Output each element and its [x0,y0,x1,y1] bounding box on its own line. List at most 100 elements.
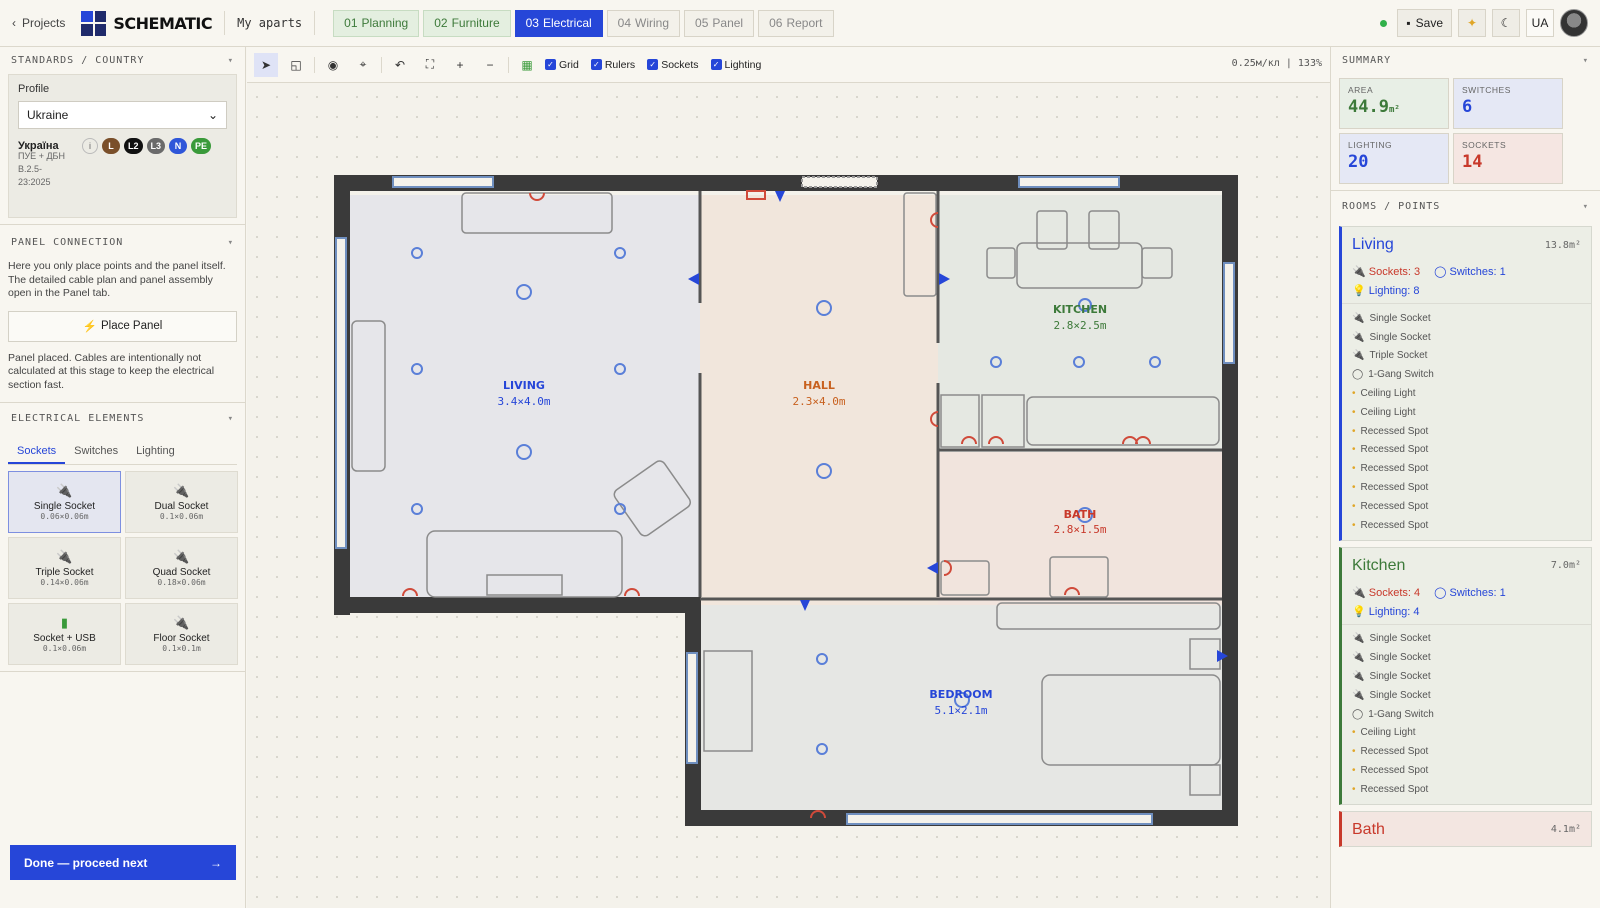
tab-electrical[interactable]: 03 Electrical [514,9,603,37]
sockets-toggle[interactable]: ✓ Sockets [647,58,699,71]
room-card-kitchen[interactable]: Kitchen 7.0m² 🔌 Sockets: 4 ◯ Switches: 1 … [1339,546,1592,805]
logo[interactable]: SCHEMATIC [81,10,213,36]
divider [0,402,245,403]
element-quad-socket[interactable]: 🔌 Quad Socket 0.18×0.06m [125,537,238,599]
undo-icon[interactable]: ↶ [388,53,412,77]
tab-wiring[interactable]: 04 Wiring [606,9,681,37]
element-single-socket[interactable]: 🔌 Single Socket 0.06×0.06m [8,471,121,533]
room-tool-icon[interactable]: ◱ [284,53,308,77]
zoom-in-icon[interactable]: + [448,53,472,77]
list-item[interactable]: • Recessed Spot [1352,742,1581,761]
divider [314,11,316,35]
element-dims: 0.18×0.06m [157,578,206,587]
tab-sockets[interactable]: Sockets [8,440,66,464]
crosshair-icon[interactable]: ⌖ [351,53,375,77]
theme-toggle-button[interactable]: ☾ [1492,9,1520,37]
save-button[interactable]: ▪ Save [1397,9,1452,37]
room-card-bath[interactable]: Bath 4.1m² [1339,810,1592,847]
info-icon[interactable]: i [82,138,98,154]
place-panel-button[interactable]: ⚡ Place Panel [8,310,237,342]
profile-select[interactable]: Ukraine ⌄ [18,101,227,129]
back-to-projects-link[interactable]: ‹ Projects [12,16,65,30]
language-button[interactable]: UA [1526,9,1554,37]
list-item[interactable]: • Recessed Spot [1352,478,1581,497]
zoom-out-icon[interactable]: − [478,53,502,77]
room-card-living[interactable]: Living 13.8m² 🔌 Sockets: 3 ◯ Switches: 1 … [1339,226,1592,541]
plug-icon: 🔌 [1352,586,1366,599]
list-item[interactable]: • Recessed Spot [1352,780,1581,799]
summary-header[interactable]: SUMMARY ▾ [1331,47,1600,74]
project-name[interactable]: My aparts [237,16,302,30]
electrical-elements-header[interactable]: ELECTRICAL ELEMENTS ▾ [0,405,245,432]
info-tool-icon[interactable]: ◉ [321,53,345,77]
tab-label: Furniture [451,16,500,30]
list-item[interactable]: • Ceiling Light [1352,724,1581,743]
plan-canvas[interactable]: ➤ ◱ ◉ ⌖ ↶ ⛶ + − ▦ ✓ Grid ✓ Rulers ✓ Sockets… [247,47,1330,908]
list-item[interactable]: 🔌 Single Socket [1352,328,1581,347]
list-item[interactable]: • Ceiling Light [1352,403,1581,422]
tab-lighting[interactable]: Lighting [127,440,184,464]
list-item[interactable]: • Recessed Spot [1352,516,1581,535]
list-item[interactable]: • Recessed Spot [1352,459,1581,478]
bulb-icon: 💡 [1352,285,1366,297]
tab-panel[interactable]: 05 Panel [684,9,755,37]
checkbox-icon: ✓ [545,59,556,70]
list-item[interactable]: 🔌 Single Socket [1352,648,1581,667]
list-item[interactable]: ◯ 1-Gang Switch [1352,365,1581,384]
toggle-label: Sockets [661,58,699,71]
list-item[interactable]: • Ceiling Light [1352,384,1581,403]
list-item[interactable]: • Recessed Spot [1352,761,1581,780]
image-icon[interactable]: ▦ [515,53,539,77]
room-name: Kitchen [1352,556,1406,574]
stat-text: Sockets: 3 [1368,266,1421,278]
element-triple-socket[interactable]: 🔌 Triple Socket 0.14×0.06m [8,537,121,599]
sockets-card: SOCKETS 14 [1453,133,1563,184]
rooms-points-header[interactable]: ROOMS / POINTS ▾ [1331,193,1600,220]
bulb-icon: • [1352,500,1356,512]
panel-connection-title: PANEL CONNECTION [11,237,124,248]
list-item[interactable]: • Recessed Spot [1352,441,1581,460]
list-item[interactable]: • Recessed Spot [1352,497,1581,516]
tab-furniture[interactable]: 02 Furniture [423,9,511,37]
rulers-toggle[interactable]: ✓ Rulers [590,59,635,71]
tab-switches[interactable]: Switches [65,440,127,464]
tab-report[interactable]: 06 Report [758,9,834,37]
element-floor-socket[interactable]: 🔌 Floor Socket 0.1×0.1m [125,603,238,665]
room-dims-hall: 2.3×4.0m [793,395,846,408]
list-item[interactable]: • Recessed Spot [1352,422,1581,441]
list-item[interactable]: 🔌 Single Socket [1352,667,1581,686]
standards-header[interactable]: STANDARDS / COUNTRY ▾ [0,47,245,74]
list-item[interactable]: ◯ 1-Gang Switch [1352,705,1581,724]
fit-screen-icon[interactable]: ⛶ [418,53,442,77]
panel-connection-header[interactable]: PANEL CONNECTION ▾ [0,229,245,256]
item-label: 1-Gang Switch [1368,369,1434,381]
tab-planning[interactable]: 01 Planning [333,9,420,37]
list-item[interactable]: 🔌 Single Socket [1352,686,1581,705]
electrical-elements-title: ELECTRICAL ELEMENTS [11,413,145,424]
card-label: LIGHTING [1348,140,1393,150]
plug-icon: 🔌 [1352,266,1366,278]
item-label: Ceiling Light [1360,727,1416,739]
select-tool-icon[interactable]: ➤ [254,52,278,77]
list-item[interactable]: 🔌 Single Socket [1352,309,1581,328]
sparkle-button[interactable]: ✦ [1458,9,1486,37]
list-item[interactable]: 🔌 Triple Socket [1352,347,1581,366]
grid-toggle[interactable]: ✓ Grid [545,59,579,71]
tab-label: Wiring [635,16,670,30]
lighting-toggle[interactable]: ✓ Lighting [710,59,761,71]
element-dual-socket[interactable]: 🔌 Dual Socket 0.1×0.06m [125,471,238,533]
room-sockets-count: 🔌 Sockets: 4 [1352,586,1420,599]
standard-text: ПУЕ + ДБН В.2.5-23:2025 [18,151,65,187]
left-panel: STANDARDS / COUNTRY ▾ Profile Ukraine ⌄ Ук… [0,47,246,908]
sockets-value: 14 [1462,152,1483,172]
done-proceed-button[interactable]: Done — proceed next → [10,845,236,880]
plug-icon: 🔌 [1352,671,1365,683]
floor-plan[interactable]: LIVING 3.4×4.0m HALL 2.3×4.0m KITCHEN 2.… [247,83,1330,908]
item-label: Recessed Spot [1360,463,1429,475]
avatar[interactable] [1560,9,1588,37]
divider [381,56,382,73]
area-card: AREA 44.9m² [1339,78,1449,129]
element-socket-usb[interactable]: ▮ Socket + USB 0.1×0.06m [8,603,121,665]
list-item[interactable]: 🔌 Single Socket [1352,630,1581,649]
stat-text: Lighting: 4 [1368,605,1420,618]
